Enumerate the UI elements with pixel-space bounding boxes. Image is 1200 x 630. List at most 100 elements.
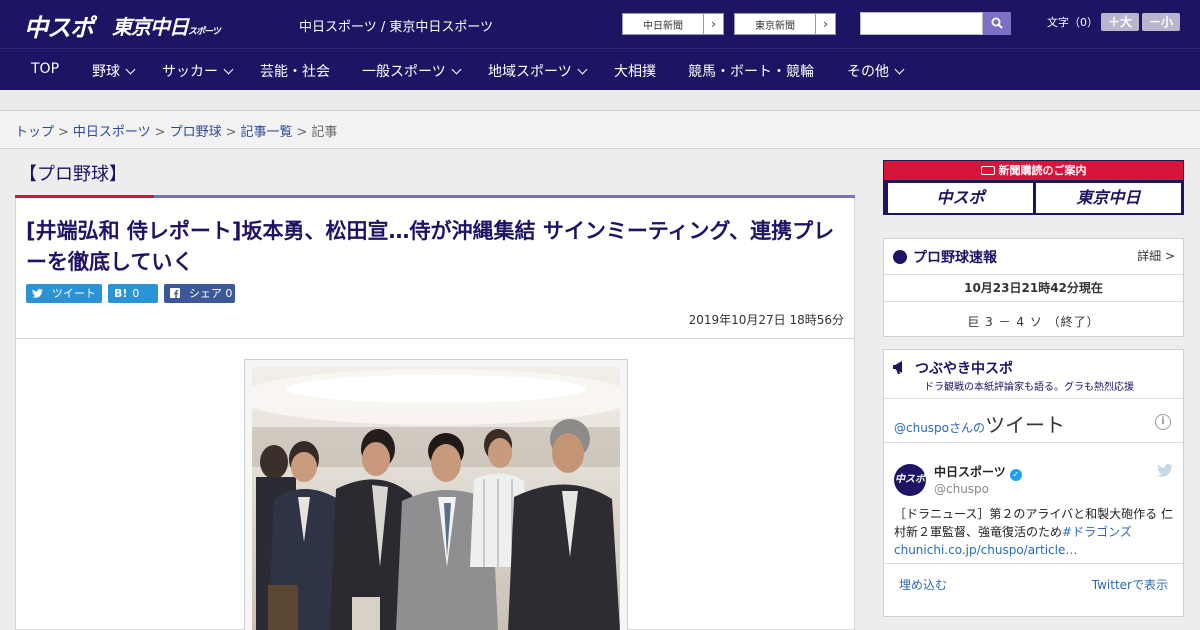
game-score[interactable]: 巨 3 － 4 ソ （終了） [884, 313, 1183, 330]
breadcrumb-article-list[interactable]: 記事一覧 [241, 125, 293, 140]
view-on-twitter-link[interactable]: Twitterで表示 [1092, 576, 1168, 593]
team-arrival-photo [252, 367, 620, 630]
tweet-author-name-text: 中日スポーツ [934, 465, 1006, 479]
breadcrumb-chunichi-sports[interactable]: 中日スポーツ [73, 125, 151, 140]
tweet-button[interactable]: ツイート [26, 284, 102, 303]
nav-item-label: 一般スポーツ [362, 64, 446, 80]
twitter-box-subtitle: ドラ観戦の本紙評論家も語る。グラも熱烈応援 [924, 382, 1134, 393]
breadcrumb-top[interactable]: トップ [15, 125, 54, 140]
chunichi-shimbun-button[interactable]: 中日新聞 › [622, 13, 724, 35]
divider [884, 563, 1183, 564]
breadcrumb-separator: > [58, 125, 69, 140]
chunichi-shimbun-label: 中日新聞 [643, 21, 683, 32]
breadcrumb-separator: > [154, 125, 166, 140]
nav-item-soccer[interactable]: サッカー [162, 61, 234, 81]
tokyo-shimbun-label: 東京新聞 [755, 21, 795, 32]
divider [884, 442, 1183, 443]
nav-item-label: 大相撲 [614, 64, 656, 80]
breadcrumb-separator: > [225, 125, 237, 140]
baseball-icon [893, 250, 907, 264]
embed-link[interactable]: 埋め込む [899, 576, 947, 593]
article-photo-frame [244, 359, 628, 630]
hatena-bookmark-icon: B! [114, 287, 128, 300]
nav-item-sumo[interactable]: 大相撲 [614, 61, 656, 81]
facebook-share-count: 0 [225, 287, 233, 300]
breadcrumb-separator: > [296, 125, 308, 140]
search-input[interactable] [860, 12, 983, 35]
twitter-icon [32, 287, 47, 300]
tokyo-shimbun-button[interactable]: 東京新聞 › [734, 13, 836, 35]
subscription-banner: 新聞購読のご案内 中スポ 東京中日 [883, 160, 1184, 215]
subscribe-chuspo-button[interactable]: 中スポ [888, 183, 1033, 213]
breadcrumb-pro-baseball[interactable]: プロ野球 [170, 125, 222, 140]
twitter-box-title: つぶやき中スポ [893, 358, 1013, 378]
hatena-bookmark-button[interactable]: B! 0 [108, 284, 158, 303]
nav-item-label: サッカー [162, 64, 218, 80]
facebook-share-label: シェア [188, 287, 222, 300]
nav-item-label: TOP [31, 61, 60, 77]
facebook-icon [170, 287, 184, 300]
nav-item-entertainment[interactable]: 芸能・社会 [260, 61, 330, 81]
font-smaller-button[interactable]: －小 [1142, 13, 1180, 31]
font-size-label: 文字（0） [1047, 16, 1098, 29]
nav-item-racing[interactable]: 競馬・ボート・競輪 [688, 61, 814, 81]
header-spacer [0, 90, 1200, 111]
nav-item-baseball[interactable]: 野球 [92, 61, 136, 81]
avatar[interactable]: 中スポ [894, 464, 926, 496]
article-headline: [井端弘和 侍レポート]坂本勇、松田宣…侍が沖縄集結 サインミーティング、連携プ… [26, 219, 835, 274]
twitter-box-title-text: つぶやき中スポ [915, 361, 1013, 377]
chuspo-logo[interactable]: 中スポ [24, 8, 94, 43]
tweet-author-handle[interactable]: @chuspo [934, 482, 989, 496]
search-button[interactable] [983, 12, 1011, 35]
tweets-header-user[interactable]: @chuspoさんの [894, 421, 985, 435]
baseball-scores-box: プロ野球速報 詳細 > 10月23日21時42分現在 巨 3 － 4 ソ （終了… [883, 238, 1184, 337]
divider [884, 274, 1183, 275]
main-nav: TOP 野球 サッカー 芸能・社会 一般スポーツ 地域スポーツ 大相撲 競馬・ボ… [0, 48, 1200, 90]
tokyo-logo-small: スポーツ [188, 27, 221, 37]
nav-item-label: 競馬・ボート・競輪 [688, 64, 814, 80]
nav-item-label: 芸能・社会 [260, 64, 330, 80]
nav-item-label: その他 [847, 64, 889, 80]
divider [884, 301, 1183, 302]
subscription-heading-text: 新聞購読のご案内 [998, 164, 1087, 177]
chevron-right-icon: › [815, 14, 835, 34]
chevron-down-icon [223, 64, 234, 75]
tokyo-chunichi-logo[interactable]: 東京中日スポーツ [112, 11, 221, 40]
chevron-right-icon: › [703, 14, 723, 34]
megaphone-icon [893, 361, 902, 374]
main-content: 【プロ野球】 [井端弘和 侍レポート]坂本勇、松田宣…侍が沖縄集結 サインミーテ… [15, 149, 855, 630]
facebook-share-button[interactable]: シェア 0 [164, 284, 235, 303]
article-card: [井端弘和 侍レポート]坂本勇、松田宣…侍が沖縄集結 サインミーティング、連携プ… [15, 198, 855, 630]
tweet-label: ツイート [51, 287, 96, 300]
hatena-count: 0 [132, 287, 140, 300]
nav-item-other[interactable]: その他 [847, 61, 905, 81]
tweet-author-name[interactable]: 中日スポーツ ✓ [934, 463, 1022, 481]
tokyo-logo-text: 東京中日 [112, 15, 189, 39]
info-icon[interactable]: i [1155, 414, 1171, 430]
tweet-text: ［ドラニュース］第２のアライバと和製大砲作る 仁村新２軍監督、強竜復活のため#ド… [894, 505, 1174, 559]
baseball-scores-title: プロ野球速報 [893, 247, 997, 267]
chevron-down-icon [894, 64, 905, 75]
article-photo[interactable] [252, 367, 620, 630]
chevron-down-icon [577, 64, 588, 75]
nav-item-local-sports[interactable]: 地域スポーツ [488, 61, 588, 81]
breadcrumb: トップ > 中日スポーツ > プロ野球 > 記事一覧 > 記事 [0, 111, 1200, 149]
twitter-bird-icon[interactable] [1157, 464, 1173, 477]
nav-item-top[interactable]: TOP [31, 61, 59, 77]
site-header: 中スポ 東京中日スポーツ 中日スポーツ / 東京中日スポーツ 中日新聞 › 東京… [0, 0, 1200, 48]
score-timestamp: 10月23日21時42分現在 [964, 281, 1103, 295]
site-links[interactable]: 中日スポーツ / 東京中日スポーツ [299, 16, 493, 35]
twitter-box: つぶやき中スポ ドラ観戦の本紙評論家も語る。グラも熱烈応援 @chuspoさんの… [883, 349, 1184, 617]
breadcrumb-current: 記事 [311, 125, 338, 140]
verified-badge-icon: ✓ [1009, 469, 1022, 481]
chevron-down-icon [451, 64, 462, 75]
search-icon [991, 17, 1003, 29]
nav-item-general-sports[interactable]: 一般スポーツ [362, 61, 462, 81]
nav-item-label: 地域スポーツ [488, 64, 572, 80]
font-bigger-button[interactable]: ＋大 [1101, 13, 1139, 31]
baseball-details-link[interactable]: 詳細 > [1137, 247, 1175, 264]
tweets-header-word: ツイート [985, 413, 1066, 437]
category-title: 【プロ野球】 [19, 164, 127, 185]
nav-item-label: 野球 [92, 64, 120, 80]
subscribe-tokyo-chunichi-button[interactable]: 東京中日 [1036, 183, 1181, 213]
